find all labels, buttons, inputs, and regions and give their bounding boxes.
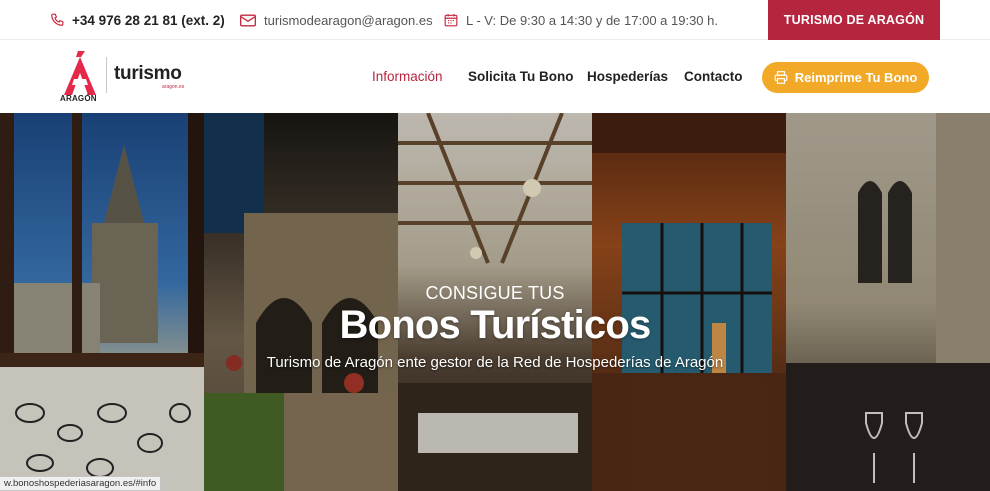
nav-hospederias[interactable]: Hospederías [587,41,668,113]
turismo-aragon-button[interactable]: TURISMO DE ARAGÓN [768,0,940,40]
opening-hours: L - V: De 9:30 a 14:30 y de 17:00 a 19:3… [444,0,718,40]
hero-subtitle: Turismo de Aragón ente gestor de la Red … [266,354,724,371]
nav-contacto[interactable]: Contacto [684,41,743,113]
nav-solicita-tu-bono[interactable]: Solicita Tu Bono [468,41,574,113]
phone-contact[interactable]: +34 976 28 21 81 (ext. 2) [50,0,225,40]
logo-tagline: ARAGÓN [60,94,97,103]
logo-divider [106,57,107,93]
main-navbar: turismo aragon.es ARAGÓN Información Sol… [0,41,990,113]
email-text: turismodearagon@aragon.es [264,12,433,28]
hours-text: L - V: De 9:30 a 14:30 y de 17:00 a 19:3… [466,12,718,28]
hero-kicker: CONSIGUE TUS [425,283,565,303]
logo-sub: aragon.es [162,84,185,90]
browser-status-url: w.bonoshospederiasaragon.es/#info [0,476,162,491]
envelope-icon [240,14,256,26]
email-contact[interactable]: turismodearagon@aragon.es [240,0,433,40]
reprint-label: Reimprime Tu Bono [794,70,918,85]
reprint-voucher-button[interactable]: Reimprime Tu Bono [762,62,929,93]
hero-text: CONSIGUE TUS Bonos Turísticos Turismo de… [0,113,990,491]
logo-wordmark: turismo [114,63,182,84]
phone-text: +34 976 28 21 81 (ext. 2) [72,12,225,28]
hero-banner: CONSIGUE TUS Bonos Turísticos Turismo de… [0,113,990,491]
top-info-bar: +34 976 28 21 81 (ext. 2) turismodearago… [0,0,990,40]
calendar-icon [444,14,458,27]
printer-icon [774,71,788,84]
site-logo[interactable]: turismo aragon.es ARAGÓN [60,51,190,105]
hero-title: Bonos Turísticos [339,303,652,347]
phone-icon [51,13,64,26]
nav-informacion[interactable]: Información [372,41,443,113]
